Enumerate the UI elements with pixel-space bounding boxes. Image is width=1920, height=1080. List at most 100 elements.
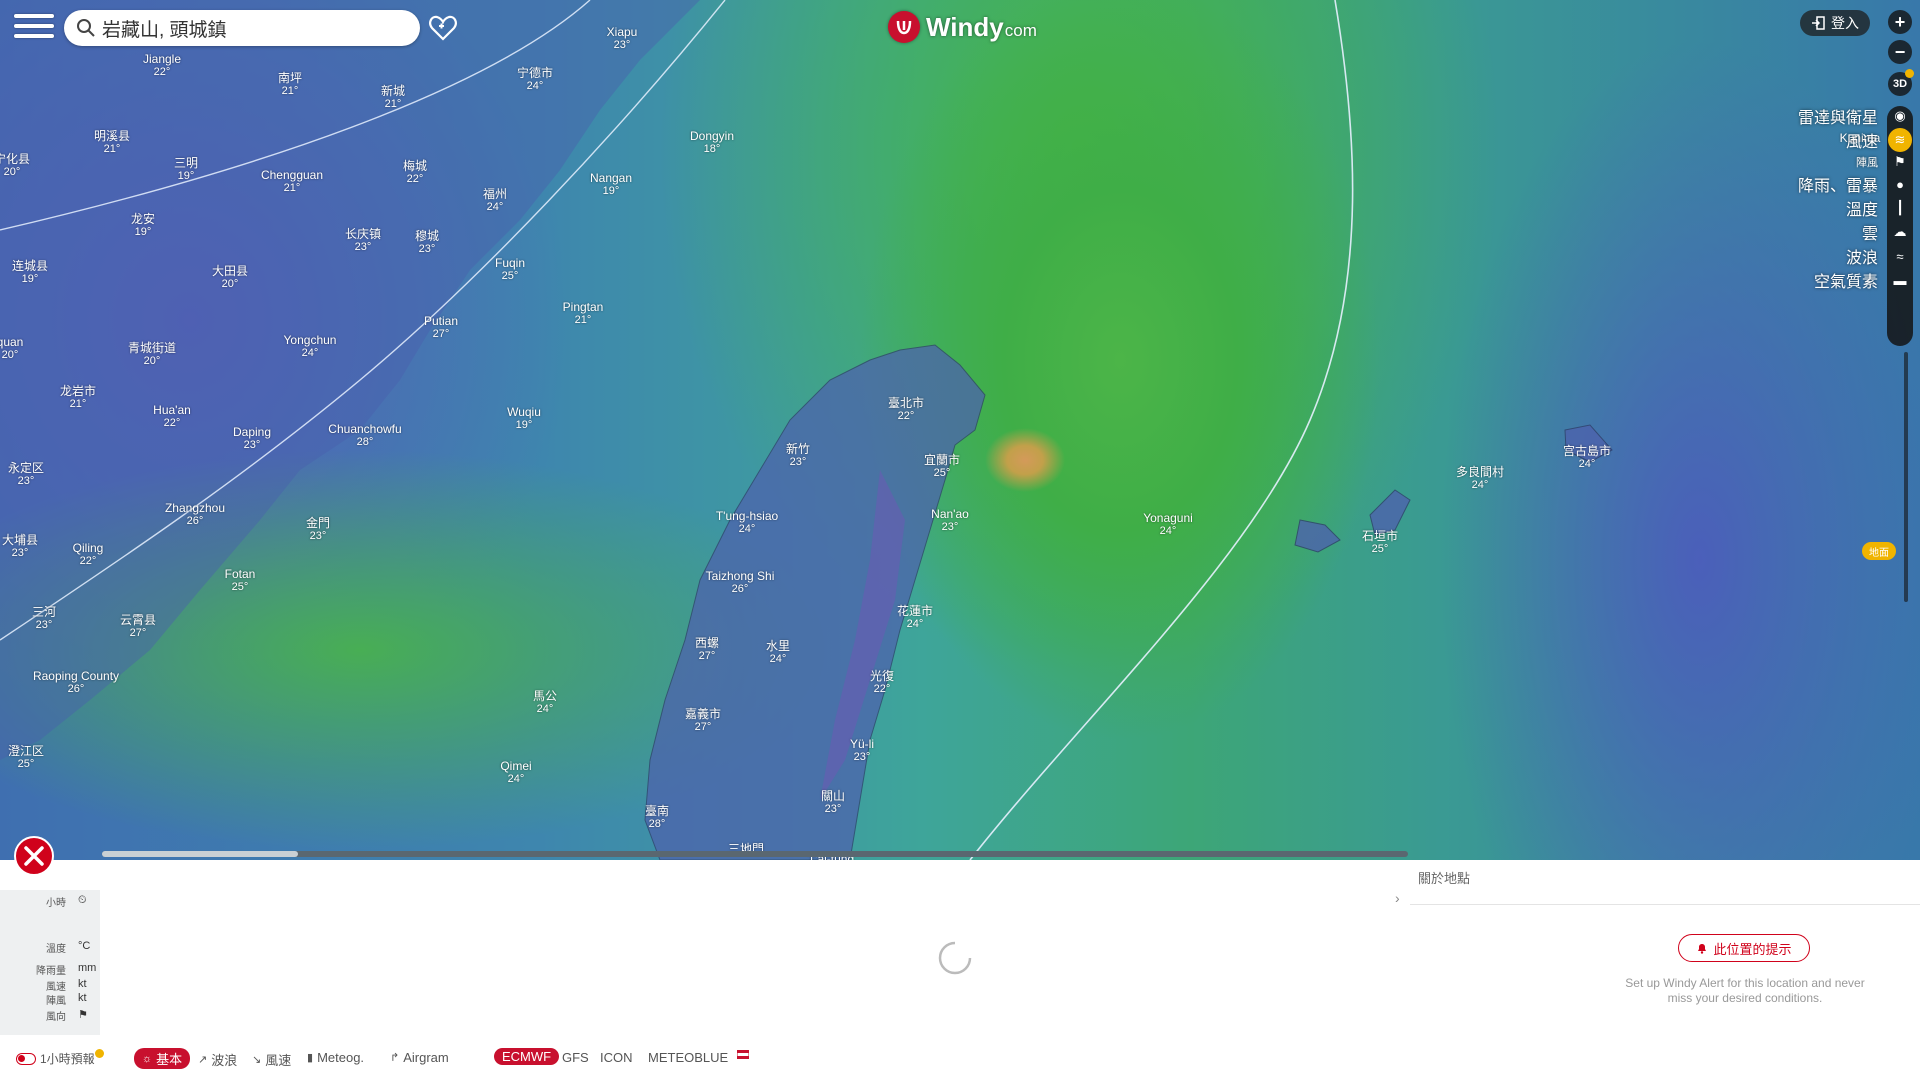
search-input[interactable] (102, 17, 402, 39)
map-place-label[interactable]: 永定区 23° (8, 462, 44, 488)
map-place-label[interactable]: 穆城 23° (415, 230, 439, 256)
map-place-label[interactable]: 龙岩市 21° (60, 385, 96, 411)
map-place-label[interactable]: Nan'ao 23° (931, 508, 969, 534)
map-place-label[interactable]: Dongyin 18° (690, 130, 734, 156)
model-selector[interactable]: ICON (600, 1050, 633, 1065)
map-place-label[interactable]: Fuqin 25° (495, 257, 525, 283)
waves-icon: ≈ (1896, 248, 1904, 264)
map-place-label[interactable]: 西螺 27° (695, 637, 719, 663)
map-place-label[interactable]: 宜蘭市 25° (924, 454, 960, 480)
map-place-label[interactable]: Qimei 24° (500, 760, 531, 786)
map-place-label[interactable]: quan20° (0, 336, 23, 362)
model-selector[interactable]: GFS (562, 1050, 589, 1065)
map-place-label[interactable]: 梅城 22° (403, 160, 427, 186)
map-place-label[interactable]: 多良間村 24° (1456, 466, 1504, 492)
map-place-label[interactable]: Daping 23° (233, 426, 271, 452)
map-place-label[interactable]: 宁化县20° (0, 153, 30, 179)
place-name: Jiangle (142, 52, 182, 66)
map-place-label[interactable]: 光復 22° (870, 670, 894, 696)
map-place-label[interactable]: 石垣市 25° (1362, 530, 1398, 556)
map-place-label[interactable]: 三河 23° (32, 606, 56, 632)
map-place-label[interactable]: Yü-li 23° (850, 738, 874, 764)
map-place-label[interactable]: Qiling 22° (73, 542, 104, 568)
map-place-label[interactable]: Wuqiu 19° (507, 406, 541, 432)
map-place-label[interactable]: 连城县 19° (12, 260, 48, 286)
map-place-label[interactable]: 宫古島市 24° (1563, 445, 1611, 471)
model-selector-label: ICON (600, 1050, 633, 1065)
location-alert-button[interactable]: 此位置的提示 (1678, 934, 1810, 962)
map-place-label[interactable]: 青城街道 20° (128, 342, 176, 368)
map-place-label[interactable]: Zhangzhou 26° (165, 502, 225, 528)
weather-map[interactable]: Jiangle 22° 南坪 21° 新城 21° Xiapu 23° 宁德市 24° 明溪县 21°… (0, 0, 1920, 860)
forecast-tab[interactable]: ▮ Meteog. (307, 1050, 364, 1065)
zoom-in-button[interactable]: + (1888, 10, 1912, 34)
map-place-label[interactable]: 新城 21° (381, 85, 405, 111)
map-place-label[interactable]: Putian 27° (424, 315, 458, 341)
forecast-tab[interactable]: ↘ 風速 (252, 1050, 291, 1069)
map-place-label[interactable]: 福州 24° (483, 188, 507, 214)
map-place-label[interactable]: 新竹 23° (786, 443, 810, 469)
map-place-label[interactable]: Taizhong Shi 26° (706, 570, 775, 596)
map-place-label[interactable]: Pingtan 21° (563, 301, 604, 327)
map-place-label[interactable]: 嘉義市 27° (685, 708, 721, 734)
search-box[interactable] (64, 10, 420, 46)
3d-button[interactable]: 3D (1888, 69, 1914, 96)
layer-item[interactable]: 空氣質素 ▬ (1814, 266, 1912, 294)
map-place-label[interactable]: Hua'an 22° (153, 404, 191, 430)
map-place-label[interactable]: Jiangle 22° (143, 53, 181, 79)
forecast-tab[interactable]: ☼ 基本 (134, 1048, 191, 1069)
timeline-bar[interactable] (102, 851, 1408, 857)
map-place-label[interactable]: Yonaguni 24° (1143, 512, 1193, 538)
map-place-label[interactable]: 臺南 28° (645, 805, 669, 831)
menu-button[interactable] (14, 14, 54, 44)
map-place-label[interactable]: 關山 23° (821, 790, 845, 816)
chevron-right-icon[interactable]: › (1395, 890, 1400, 906)
map-place-label[interactable]: 馬公 24° (533, 690, 557, 716)
place-name: 明溪县 (93, 129, 131, 143)
model-selector[interactable]: METEOBLUE (648, 1050, 728, 1065)
map-place-label[interactable]: Chengguan 21° (261, 169, 323, 195)
map-place-label[interactable]: 大埔县 23° (2, 534, 38, 560)
map-place-label[interactable]: 大田县 20° (212, 265, 248, 291)
layer-label: 溫度 (1845, 202, 1878, 219)
map-place-label[interactable]: 金門 23° (306, 517, 330, 543)
place-name: 长庆镇 (344, 227, 382, 241)
map-place-label[interactable]: Chuanchowfu 28° (328, 423, 401, 449)
forecast-tab[interactable]: ↗ 波浪 (198, 1050, 237, 1069)
map-place-label[interactable]: Fotan 25° (225, 568, 256, 594)
map-place-label[interactable]: 花蓮市 24° (897, 605, 933, 631)
map-place-label[interactable]: T'ung-hsiao 24° (716, 510, 778, 536)
place-temperature: 19° (177, 170, 195, 182)
map-place-label[interactable]: 宁德市 24° (517, 67, 553, 93)
model-compare-icon[interactable] (737, 1050, 749, 1059)
close-forecast-button[interactable] (14, 836, 54, 876)
map-place-label[interactable]: 长庆镇 23° (345, 228, 381, 254)
place-name: Taizhong Shi (705, 569, 775, 583)
place-temperature: 24° (1159, 525, 1177, 537)
map-place-label[interactable]: 三明 19° (174, 157, 198, 183)
map-place-label[interactable]: 云霄县 27° (120, 614, 156, 640)
timeline-progress (102, 851, 298, 857)
map-place-label[interactable]: 澄江区 25° (8, 745, 44, 771)
map-place-label[interactable]: Nangan 19° (590, 172, 632, 198)
hourly-forecast-toggle[interactable]: 1小時預報 (16, 1049, 104, 1067)
legend-unit: mm (78, 962, 97, 974)
place-name: Yongchun (283, 333, 337, 347)
map-place-label[interactable]: Xiapu 23° (607, 26, 638, 52)
favorite-heart-icon[interactable] (428, 13, 458, 43)
login-button[interactable]: 登入 (1800, 10, 1870, 36)
map-place-label[interactable]: 南坪 21° (278, 72, 302, 98)
surface-level-badge[interactable]: 地面 (1862, 542, 1896, 560)
map-place-label[interactable]: Raoping County 26° (33, 670, 119, 696)
legend-key: 小時 (46, 898, 66, 909)
zoom-out-button[interactable]: − (1888, 40, 1912, 64)
side-scrollbar[interactable] (1904, 352, 1908, 602)
map-place-label[interactable]: 明溪县 21° (94, 130, 130, 156)
map-place-label[interactable]: 水里 24° (766, 640, 790, 666)
forecast-tab[interactable]: ↱ Airgram (390, 1050, 449, 1065)
map-place-label[interactable]: 龙安 19° (131, 213, 155, 239)
map-place-label[interactable]: Yongchun 24° (284, 334, 337, 360)
model-selector[interactable]: ECMWF (494, 1048, 560, 1065)
map-place-label[interactable]: 臺北市 22° (888, 397, 924, 423)
about-point-title: 關於地點 (1418, 871, 1471, 886)
